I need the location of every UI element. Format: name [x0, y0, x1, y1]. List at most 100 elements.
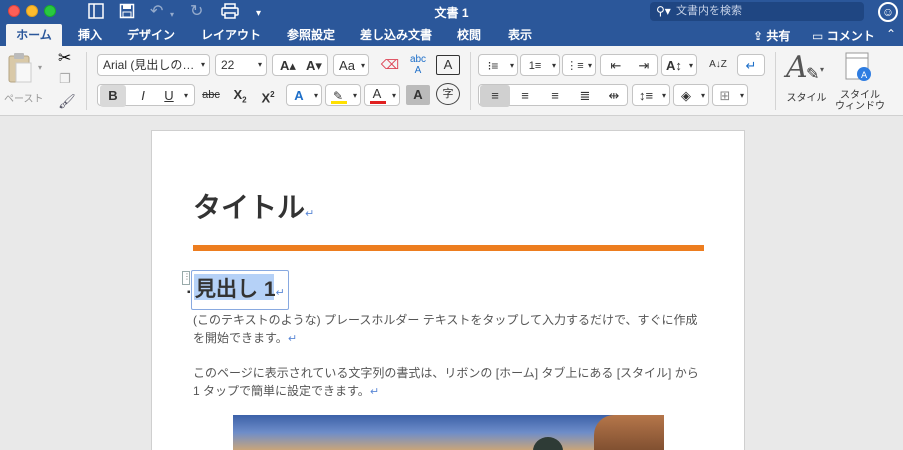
- title-underline-rule: [193, 245, 704, 251]
- zoom-window-button[interactable]: [44, 5, 56, 17]
- print-icon[interactable]: [221, 3, 239, 24]
- svg-text:A: A: [861, 71, 868, 81]
- clear-formatting-icon[interactable]: ⌫: [375, 54, 405, 76]
- font-name-select[interactable]: Arial (見出しの… ▾: [97, 54, 210, 76]
- close-window-button[interactable]: [8, 5, 20, 17]
- text-effects-button[interactable]: A ▾: [286, 84, 322, 106]
- redo-icon[interactable]: ↻: [190, 3, 203, 21]
- paste-icon[interactable]: [6, 52, 36, 86]
- body-paragraph-2[interactable]: このページに表示されている文字列の書式は、リボンの [ホーム] タブ上にある […: [193, 364, 708, 401]
- highlight-button[interactable]: ✎ ▾: [325, 84, 361, 106]
- body-paragraph-1[interactable]: (このテキストのような) プレースホルダー テキストをタップして入力するだけで、…: [193, 311, 708, 348]
- search-field[interactable]: ⚲▾ 文書内を検索: [650, 2, 864, 21]
- minimize-window-button[interactable]: [26, 5, 38, 17]
- document-canvas[interactable]: タイトル↵ ⋮ ▪ 見出し 1↵ (このテキストのような) プレースホルダー テ…: [0, 117, 903, 450]
- font-color-button[interactable]: A ▾: [364, 84, 400, 106]
- document-title-text[interactable]: タイトル↵: [193, 186, 314, 226]
- enclose-characters-icon[interactable]: 字: [436, 83, 460, 105]
- share-button[interactable]: ⇪ 共有: [753, 27, 790, 44]
- document-page[interactable]: タイトル↵ ⋮ ▪ 見出し 1↵ (このテキストのような) プレースホルダー テ…: [151, 130, 745, 450]
- save-icon[interactable]: [119, 3, 135, 24]
- tab-mailings[interactable]: 差し込み文書: [356, 24, 436, 46]
- paragraph-mark: ↵: [287, 333, 298, 345]
- numbering-button[interactable]: 1≡ ▾: [520, 54, 560, 76]
- copy-icon[interactable]: ❐: [59, 71, 71, 87]
- paragraph-mark: ↵: [369, 386, 380, 398]
- collapse-ribbon-icon[interactable]: ⌃: [886, 27, 896, 41]
- asian-layout-button[interactable]: A↕ ▾: [661, 54, 697, 76]
- alignment-group: ≡ ≡ ≡ ≣ ⇹: [478, 84, 628, 107]
- bold-icon[interactable]: B: [100, 85, 126, 107]
- tab-insert[interactable]: 挿入: [70, 24, 110, 46]
- heading-1-text[interactable]: 見出し 1↵: [195, 273, 285, 303]
- decrease-font-size-icon[interactable]: A▾: [301, 55, 327, 77]
- undo-icon[interactable]: ↶: [150, 3, 163, 21]
- font-color-dropdown-icon: ▾: [391, 91, 396, 100]
- character-border-icon[interactable]: A: [436, 55, 460, 75]
- superscript-icon[interactable]: X2: [255, 84, 281, 106]
- change-case-button[interactable]: Aa ▾: [333, 54, 369, 76]
- tab-layout[interactable]: レイアウト: [196, 24, 266, 46]
- multilevel-list-button[interactable]: ⋮≡ ▾: [562, 54, 596, 76]
- feedback-smiley-icon[interactable]: ☺: [878, 2, 898, 22]
- align-right-icon[interactable]: ≡: [540, 85, 570, 107]
- numbering-dropdown-icon: ▾: [551, 61, 556, 70]
- strikethrough-icon[interactable]: abc: [197, 84, 225, 106]
- format-painter-icon[interactable]: 🖌: [58, 93, 76, 110]
- search-placeholder: 文書内を検索: [676, 5, 742, 17]
- style-window-label-line1: スタイル: [840, 90, 880, 101]
- styles-icon: A: [786, 50, 808, 85]
- underline-icon[interactable]: U: [158, 85, 180, 107]
- font-size-select[interactable]: 22 ▾: [215, 54, 267, 76]
- tab-home[interactable]: ホーム: [6, 24, 62, 46]
- character-shading-icon[interactable]: A: [406, 85, 430, 105]
- style-window-button[interactable]: A: [845, 52, 875, 86]
- sort-icon[interactable]: A↓Z: [704, 54, 732, 76]
- font-color-bar: [370, 101, 386, 104]
- borders-button[interactable]: ⊞ ▾: [712, 84, 748, 106]
- show-formatting-marks-button[interactable]: ↵: [737, 54, 765, 76]
- ribbon-tabs: ホーム 挿入 デザイン レイアウト 参照設定 差し込み文書 校閲 表示 ⇪ 共有…: [0, 24, 903, 46]
- align-left-icon[interactable]: ≡: [480, 85, 510, 107]
- styles-gallery-button[interactable]: A ✎ ▾: [784, 50, 828, 90]
- line-spacing-button[interactable]: ↕≡ ▾: [632, 84, 670, 106]
- borders-dropdown-icon: ▾: [739, 91, 744, 100]
- sidebar-toggle-icon[interactable]: [88, 3, 104, 24]
- heading-collapse-handle[interactable]: ⋮: [182, 271, 191, 285]
- tab-review[interactable]: 校閲: [451, 24, 487, 46]
- align-center-icon[interactable]: ≡: [510, 85, 540, 107]
- subscript-icon[interactable]: X2: [227, 84, 253, 106]
- font-name-dropdown-icon: ▾: [200, 60, 205, 69]
- highlight-color-bar: [331, 101, 347, 104]
- paint-bucket-icon: ◈: [681, 88, 691, 103]
- paragraph-mark: ↵: [275, 287, 285, 299]
- paste-dropdown-icon[interactable]: ▾: [38, 63, 42, 72]
- line-spacing-icon: ↕≡: [638, 88, 654, 103]
- landscape-photo[interactable]: [233, 415, 664, 450]
- distributed-icon[interactable]: ⇹: [600, 85, 628, 107]
- tab-references[interactable]: 参照設定: [281, 24, 341, 46]
- decrease-indent-icon[interactable]: ⇤: [603, 55, 629, 77]
- increase-indent-icon[interactable]: ⇥: [631, 55, 657, 77]
- comment-button[interactable]: ▭ コメント: [812, 27, 875, 44]
- search-icon: ⚲▾: [656, 4, 671, 18]
- heading-text: 見出し 1: [195, 278, 276, 301]
- justify-icon[interactable]: ≣: [570, 85, 600, 107]
- divider: [470, 52, 471, 110]
- shading-button[interactable]: ◈ ▾: [673, 84, 709, 106]
- change-case-dropdown-icon: ▾: [360, 61, 365, 70]
- cut-icon[interactable]: ✂: [58, 48, 71, 68]
- comment-label: コメント: [826, 29, 875, 43]
- style-window-label-line2: ウィンドウ: [835, 101, 885, 112]
- font-size-dropdown-icon: ▾: [257, 60, 262, 69]
- italic-icon[interactable]: I: [130, 85, 156, 107]
- shading-dropdown-icon: ▾: [700, 91, 705, 100]
- tab-design[interactable]: デザイン: [120, 24, 182, 46]
- underline-dropdown-icon[interactable]: ▾: [180, 85, 192, 107]
- increase-font-size-icon[interactable]: A▴: [275, 55, 301, 77]
- bullets-button[interactable]: ⁝≡ ▾: [478, 54, 518, 76]
- customize-toolbar-icon[interactable]: ▾: [256, 5, 261, 23]
- undo-dropdown-icon[interactable]: ▾: [170, 6, 174, 24]
- phonetic-guide-icon[interactable]: abc A: [404, 54, 432, 76]
- tab-view[interactable]: 表示: [500, 24, 540, 46]
